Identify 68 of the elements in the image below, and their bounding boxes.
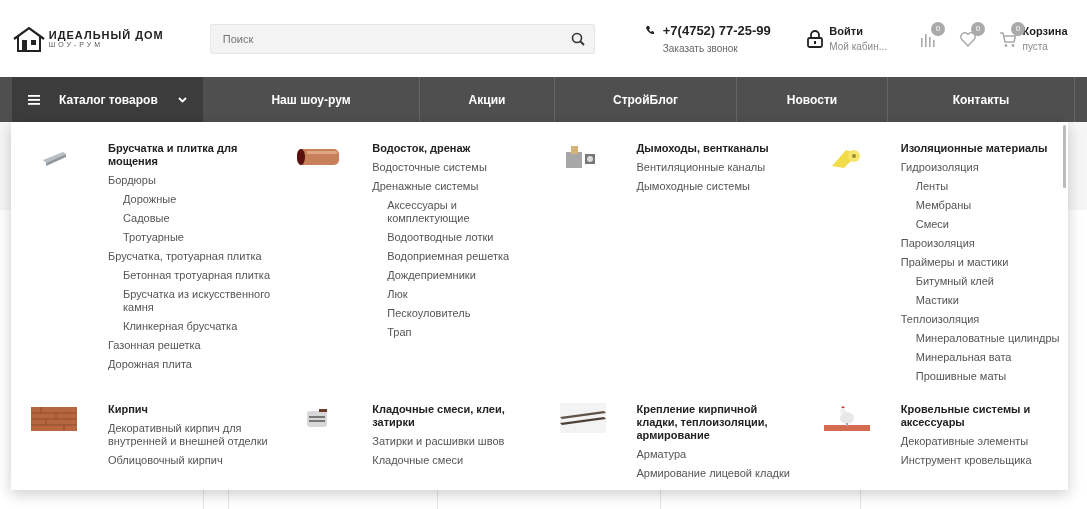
count-badge: 0 — [971, 22, 986, 37]
subcategory-link[interactable]: Прошивные маты — [900, 370, 1066, 383]
search-icon[interactable] — [570, 31, 585, 46]
subcategory-link[interactable]: Бетонная тротуарная плитка — [108, 269, 273, 282]
subcategory-link[interactable]: Дождеприемники — [372, 269, 538, 282]
category-title[interactable]: Крепление кирпичной кладки, теплоизоляции, армирование — [636, 403, 797, 442]
subcategory-link[interactable]: Водоотводные лотки — [372, 231, 538, 244]
subcategory-link[interactable]: Битумный клей — [900, 275, 1066, 288]
subcategory-link[interactable]: Водоприемная решетка — [372, 250, 538, 263]
category-link[interactable]: Кладочные смеси — [372, 454, 538, 467]
subcategory-link[interactable]: Тротуарные — [108, 231, 273, 244]
category-link[interactable]: Газонная решетка — [108, 339, 273, 352]
subcategory-link[interactable]: Мембраны — [900, 199, 1066, 212]
account-subtitle: Мой кабин... — [829, 40, 888, 55]
subcategory-link[interactable]: Садовые — [108, 212, 273, 225]
category-link[interactable]: Брусчатка, тротуарная плитка — [108, 250, 273, 263]
category-title[interactable]: Кровельные системы и аксессуары — [900, 403, 1061, 429]
category-link[interactable]: Бордюры — [108, 174, 273, 187]
search-field[interactable]: Поиск — [209, 23, 595, 54]
category-link[interactable]: Декоративный кирпич для внутренней и внешней отделки — [108, 422, 273, 448]
catalog-button[interactable]: Каталог товаров — [12, 77, 203, 122]
subcategory-link[interactable]: Минераловатные цилиндры — [900, 332, 1066, 345]
menu-icon — [28, 94, 40, 105]
subcategory-link[interactable]: Люк — [372, 288, 538, 301]
house-icon — [12, 25, 46, 52]
subcategory-link[interactable]: Брусчатка из искусственного камня — [108, 288, 273, 314]
category-link[interactable]: Дымоходные системы — [636, 180, 802, 193]
subcategory-link[interactable]: Пескоуловитель — [372, 307, 538, 320]
lock-icon — [805, 29, 824, 48]
subcategory-link[interactable]: Трап — [372, 326, 538, 339]
category-title[interactable]: Дымоходы, вентканалы — [636, 142, 797, 155]
category-title[interactable]: Водосток, дренаж — [372, 142, 533, 155]
category-link[interactable]: Облицовочный кирпич — [108, 454, 273, 467]
category-title[interactable]: Изоляционные материалы — [900, 142, 1061, 155]
category-link[interactable]: Праймеры и мастики — [900, 256, 1066, 269]
category-link[interactable]: Затирки и расшивки швов — [372, 435, 538, 448]
subcategory-link[interactable]: Дорожные — [108, 193, 273, 206]
subcategory-link[interactable]: Аксессуары и комплектующие — [372, 199, 538, 225]
subcategory-link[interactable]: Ленты — [900, 180, 1066, 193]
count-badge: 0 — [931, 22, 946, 37]
subcategory-link[interactable]: Клинкерная брусчатка — [108, 320, 273, 333]
category-link[interactable]: Дренажные системы — [372, 180, 538, 193]
category-link[interactable]: Гидроизоляция — [900, 161, 1066, 174]
category-link[interactable]: Вентиляционные каналы — [636, 161, 802, 174]
category-link[interactable]: Дорожная плита — [108, 358, 273, 371]
category-link[interactable]: Арматура — [636, 448, 802, 461]
category-title[interactable]: Брусчатка и плитка для мощения — [108, 142, 268, 168]
category-link[interactable]: Пароизоляция — [900, 237, 1066, 250]
category-link[interactable]: Инструмент кровельщика — [900, 454, 1066, 467]
subcategory-link[interactable]: Смеси — [900, 218, 1066, 231]
phone-number: +7(4752) 77-25-99 — [662, 22, 771, 41]
logo-title: ИДЕАЛЬНЫЙ ДОМ — [48, 28, 164, 41]
heart-icon[interactable] — [959, 29, 978, 48]
phone-icon — [644, 25, 655, 36]
category-title[interactable]: Кладочные смеси, клеи, затирки — [372, 403, 533, 429]
category-link[interactable]: Армирование лицевой кладки — [636, 467, 802, 480]
category-title[interactable]: Кирпич — [108, 403, 268, 416]
cart-status: пуста — [1022, 40, 1049, 55]
login-link[interactable]: Войти — [829, 22, 888, 40]
scrollbar[interactable] — [1063, 125, 1066, 188]
caret-icon — [178, 96, 187, 103]
callback-link[interactable]: Заказать звонок — [662, 40, 771, 56]
cart-icon[interactable] — [999, 29, 1018, 48]
subcategory-link[interactable]: Мастики — [900, 294, 1066, 307]
category-link[interactable]: Водосточные системы — [372, 161, 538, 174]
subcategory-link[interactable]: Минеральная вата — [900, 351, 1066, 364]
category-link[interactable]: Декоративные элементы — [900, 435, 1066, 448]
category-link[interactable]: Теплоизоляция — [900, 313, 1066, 326]
